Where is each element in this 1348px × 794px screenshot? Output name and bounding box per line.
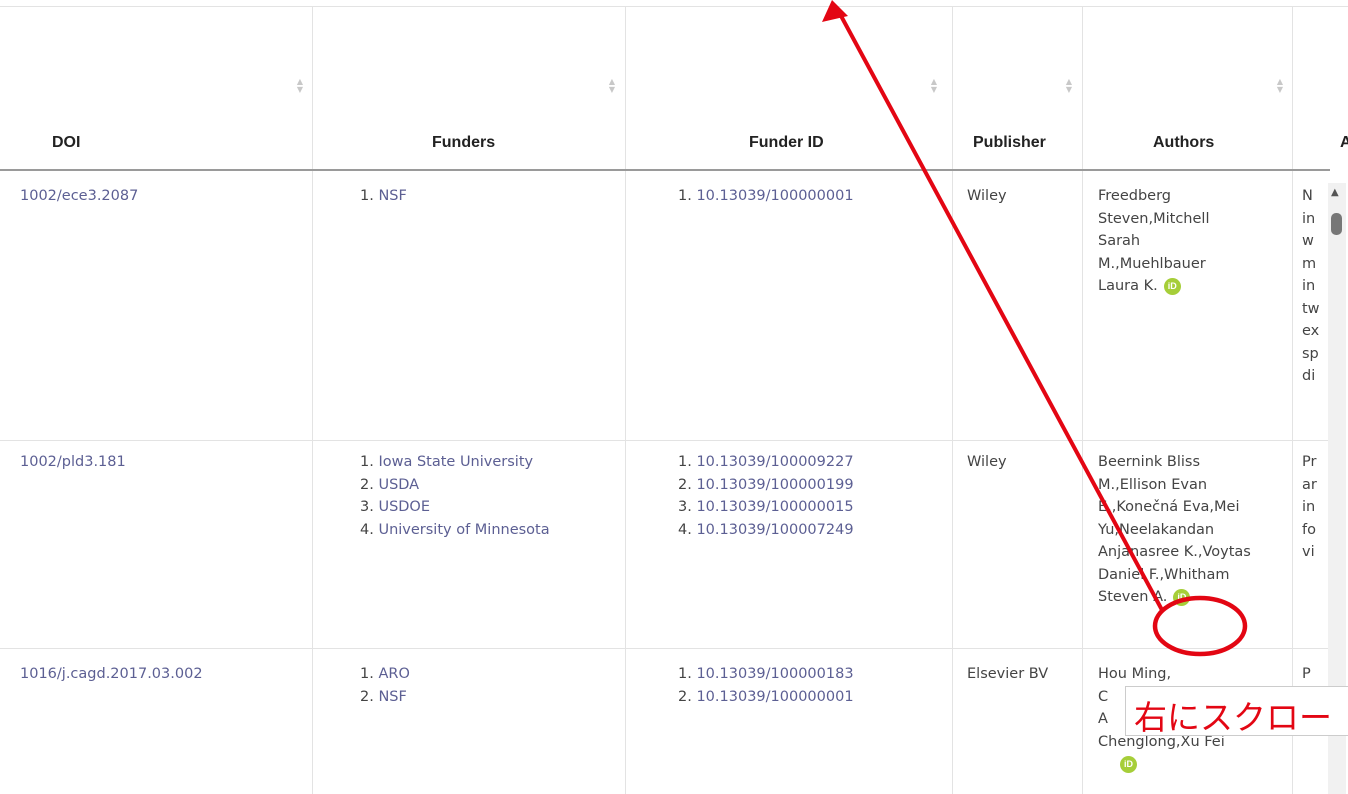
screenshot-stage: ▲ ▼ ▲ ▼ ▲ ▼ ▲ ▼ ▲ ▼ DOI Funders Funder ID Pub…: [0, 0, 1348, 794]
annotation-overlay: [822, 0, 1248, 657]
annotation-callout-text: 右にスクロー: [1134, 698, 1332, 737]
annotation-callout: 右にスクロー: [1125, 686, 1348, 737]
annotation-circle: [1152, 595, 1248, 657]
annotation-arrow-line: [838, 13, 1164, 611]
